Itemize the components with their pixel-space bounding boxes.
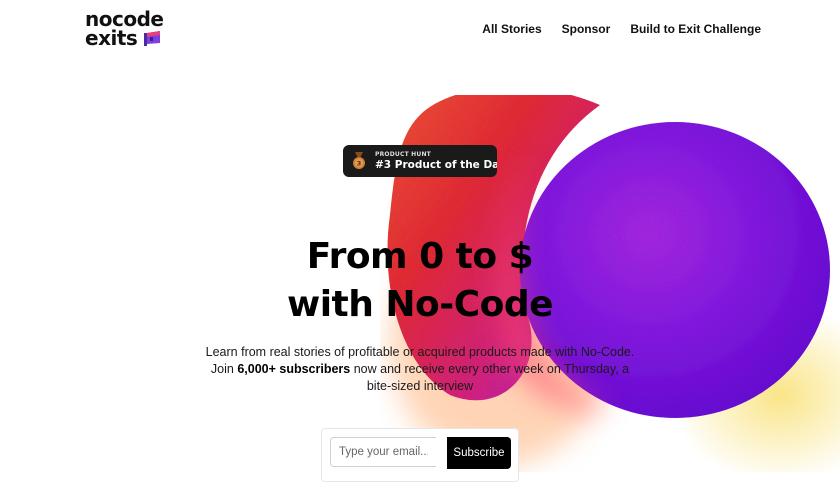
medal-number: 3 [357,160,362,168]
nav-all-stories[interactable]: All Stories [482,22,541,36]
hero-title-line-1: From 0 to $ [306,236,534,277]
main-nav: All Stories Sponsor Build to Exit Challe… [482,22,761,36]
subscribe-button[interactable]: Subscribe [447,437,511,469]
subscriber-count: 6,000+ subscribers [237,362,351,376]
newsletter-signup: Subscribe [321,428,519,482]
medal-icon: 3 [353,152,365,169]
badge-title: #3 Product of the Day [375,159,497,171]
hero-title-line-2: with No-Code [286,284,554,325]
product-hunt-badge[interactable]: 3 PRODUCT HUNT #3 Product of the Day [343,145,497,177]
badge-kicker: PRODUCT HUNT [375,151,431,158]
logo-word-exits: exits [85,26,138,50]
brand-logo[interactable]: nocode exits [85,9,175,50]
hero-subtitle-end: now and receive every other week on Thur… [350,362,630,393]
nav-build-to-exit[interactable]: Build to Exit Challenge [630,22,761,36]
flag-icon [144,31,160,46]
email-input[interactable] [330,437,436,467]
nav-sponsor[interactable]: Sponsor [562,22,611,36]
hero-subtitle: Learn from real stories of profitable or… [205,344,635,395]
